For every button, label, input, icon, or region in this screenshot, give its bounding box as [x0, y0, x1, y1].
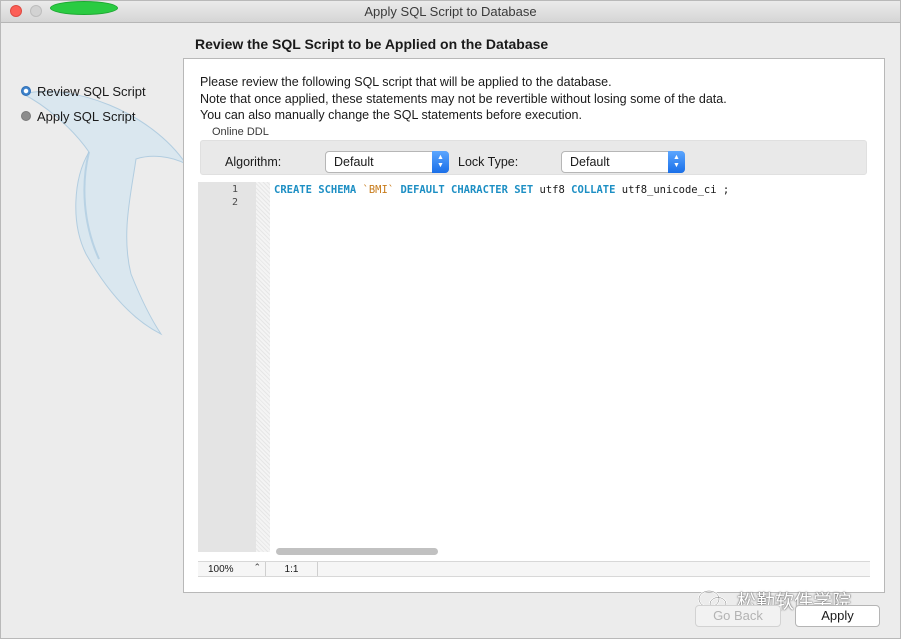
algorithm-label: Algorithm: — [225, 155, 282, 169]
description-line: Please review the following SQL script t… — [200, 75, 612, 89]
sql-editor[interactable]: 1 2 CREATE SCHEMA `BMI` DEFAULT CHARACTE… — [198, 182, 856, 555]
current-step-indicator-icon — [21, 86, 31, 96]
title-bar: Apply SQL Script to Database — [1, 1, 900, 23]
zoom-value: 100% — [208, 564, 234, 575]
algorithm-select[interactable]: Default ▲ ▼ — [325, 151, 449, 173]
fold-margin — [256, 182, 270, 552]
online-ddl-label: Online DDL — [212, 126, 269, 138]
chevron-up-down-icon: ▲ ▼ — [432, 151, 449, 173]
scrollbar-thumb[interactable] — [276, 548, 438, 555]
chevron-up-down-icon: ▲ ▼ — [668, 151, 685, 173]
sql-token: `BMI` — [362, 184, 395, 196]
description-line: Note that once applied, these statements… — [200, 91, 727, 106]
description-line: You can also manually change the SQL sta… — [200, 108, 582, 122]
sql-token: utf8 — [533, 184, 572, 196]
window-title: Apply SQL Script to Database — [364, 4, 537, 19]
algorithm-value: Default — [334, 155, 374, 169]
line-number-gutter: 1 2 — [198, 182, 256, 552]
lock-type-value: Default — [570, 155, 610, 169]
apply-button[interactable]: Apply — [795, 605, 880, 627]
go-back-button[interactable]: Go Back — [695, 605, 781, 627]
content-panel: Please review the following SQL script t… — [183, 58, 885, 593]
lock-type-select[interactable]: Default ▲ ▼ — [561, 151, 685, 173]
sql-code-line[interactable]: CREATE SCHEMA `BMI` DEFAULT CHARACTER SE… — [274, 184, 729, 196]
pending-step-indicator-icon — [21, 111, 31, 121]
sql-token: utf8_unicode_ci ; — [615, 184, 730, 196]
line-number: 2 — [231, 197, 238, 208]
sql-token: DEFAULT CHARACTER SET — [400, 184, 534, 196]
sql-token: CREATE SCHEMA — [274, 184, 363, 196]
description: Please review the following SQL script t… — [200, 74, 727, 124]
chevron-up-down-icon: ⌃ — [253, 562, 261, 572]
editor-status-bar: 100% ⌃ 1:1 — [198, 561, 870, 577]
horizontal-scrollbar[interactable] — [274, 546, 856, 556]
sql-token: COLLATE — [571, 184, 616, 196]
lock-type-label: Lock Type: — [458, 155, 519, 169]
step-apply-sql-script: Apply SQL Script — [21, 108, 136, 124]
dialog-window: Apply SQL Script to Database Review SQL … — [0, 0, 901, 639]
cursor-position: 1:1 — [266, 562, 318, 576]
online-ddl-group: Algorithm: Default ▲ ▼ Lock Type: Default… — [200, 140, 867, 175]
step-label: Review SQL Script — [37, 83, 146, 99]
wizard-sidebar: Review SQL Script Apply SQL Script — [1, 24, 187, 634]
page-heading: Review the SQL Script to be Applied on t… — [195, 36, 549, 52]
line-number: 1 — [231, 184, 238, 195]
step-label: Apply SQL Script — [37, 108, 136, 124]
zoom-select[interactable]: 100% ⌃ — [198, 562, 266, 576]
step-review-sql-script: Review SQL Script — [21, 83, 146, 99]
